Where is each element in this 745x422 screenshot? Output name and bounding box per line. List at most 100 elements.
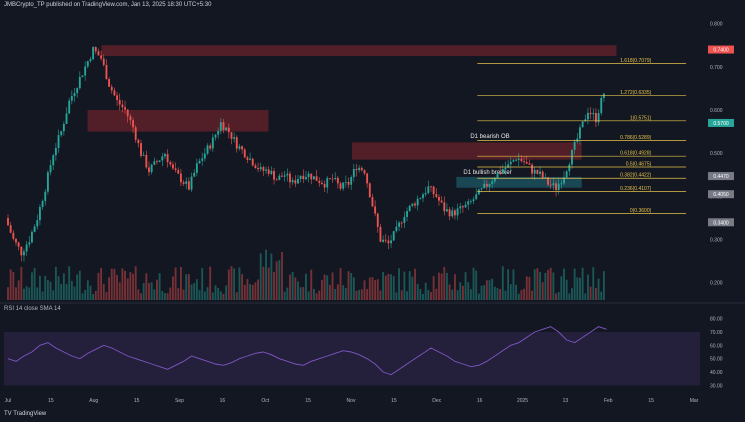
candle-body [153,161,156,165]
y-tick-label: 0.200 [710,281,723,287]
volume-bar [36,287,39,300]
volume-bar [451,289,454,300]
volume-bar [459,282,462,300]
volume-bar [249,284,252,300]
candle-body [312,176,315,180]
volume-bar [472,267,475,300]
candle-body [493,178,496,182]
candle-body [318,180,321,183]
candle-body [148,167,150,173]
candle-body [81,75,84,77]
volume-bar [62,273,65,300]
candle-body [427,186,430,193]
volume-bar [254,282,257,300]
candle-body [525,162,528,164]
candle-body [84,66,87,76]
fib-label: 0.5(0.4675) [626,162,652,168]
volume-bar [33,268,36,300]
candle-body [571,149,573,165]
candle-body [459,206,462,209]
zones-layer: D1 bearish OB D1 bullish breaker [87,45,617,188]
candle-body [150,164,153,173]
volume-bar [579,277,581,300]
volume-bar [552,272,555,300]
candle-body [515,159,518,161]
candle-body [374,206,377,214]
volume-bar [587,274,589,300]
volume-bar [427,289,430,300]
fib-label: 1.618(0.7079) [620,58,651,64]
volume-bar [384,275,387,300]
volume-bar [270,253,273,300]
candle-body [366,173,369,184]
volume-bar [571,288,573,300]
volume-bar [145,273,148,300]
volume-bar [432,276,435,300]
candle-body [289,173,291,183]
candle-body [211,137,214,149]
volume-layer [7,249,605,300]
candle-body [166,154,169,163]
volume-bar [568,293,571,300]
volume-bar [382,271,385,300]
candle-body [395,226,398,232]
candle-body [555,183,557,191]
candle-body [124,107,126,110]
x-tick-label: 2025 [517,398,528,404]
volume-bar [118,282,121,300]
volume-bar [110,268,113,300]
candle-body [89,59,92,62]
candle-body [286,173,289,176]
volume-bar [419,288,422,300]
candle-body [49,165,52,173]
volume-bar [78,270,81,300]
x-tick-label: 15 [134,398,140,404]
candle-body [326,178,329,188]
candle-body [398,222,400,227]
volume-bar [344,288,347,300]
volume-bar [597,278,600,300]
volume-bar [73,286,76,300]
candle-body [456,208,459,216]
candle-body [33,226,36,232]
candle-body [443,202,446,212]
candle-body [46,172,49,192]
volume-bar [92,293,95,300]
fib-label: 1.272(0.6335) [620,90,651,96]
volume-bar [169,287,172,300]
candle-body [422,194,424,199]
candle-body [406,211,408,217]
candle-body [41,200,44,207]
candle-body [246,157,249,160]
candle-body [52,155,55,166]
candle-body [233,137,236,139]
fib-label: 0.382(0.4422) [620,173,651,179]
volume-bar [94,290,97,300]
volume-bar [446,272,448,300]
volume-bar [164,293,166,300]
volume-bar [549,267,552,300]
candle-body [57,135,60,148]
volume-bar [517,293,520,300]
y-tick-label: 0.700 [710,65,723,71]
candle-body [94,47,97,52]
candle-body [331,178,334,180]
candle-body [31,231,33,243]
candle-body [446,209,448,212]
candle-body [161,156,164,161]
volume-bar [68,266,71,300]
candle-body [307,173,310,178]
candle-body [560,183,563,185]
volume-bar [323,274,326,300]
candle-body [73,93,76,96]
candle-body [164,154,166,157]
volume-bar [219,291,222,300]
candle-body [579,127,581,139]
candle-body [118,99,121,105]
volume-bar [153,289,156,300]
candle-body [97,51,100,56]
volume-bar [493,286,496,300]
candle-body [251,158,254,166]
volume-bar [555,293,557,300]
candle-body [408,205,411,212]
